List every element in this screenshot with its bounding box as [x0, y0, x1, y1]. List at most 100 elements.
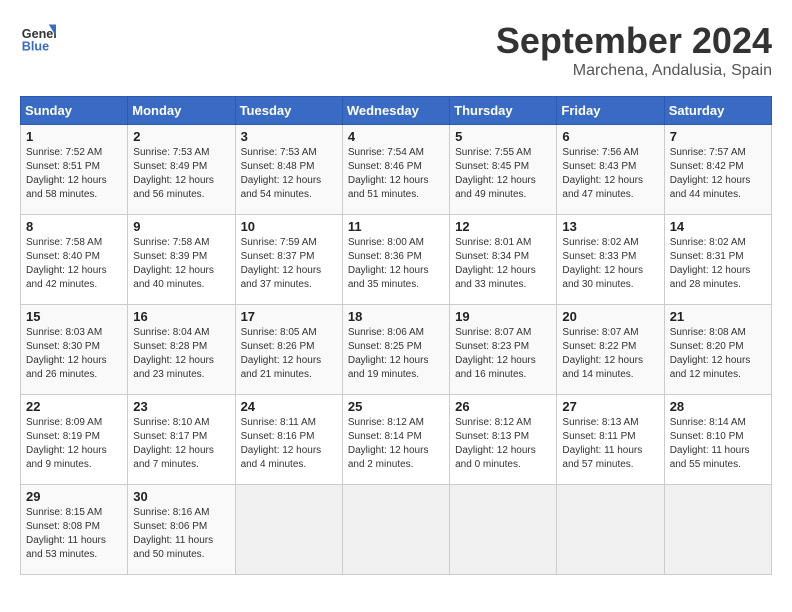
calendar-cell: 11Sunrise: 8:00 AM Sunset: 8:36 PM Dayli… — [342, 215, 449, 305]
day-info: Sunrise: 8:02 AM Sunset: 8:33 PM Dayligh… — [562, 236, 658, 292]
day-info: Sunrise: 8:02 AM Sunset: 8:31 PM Dayligh… — [670, 236, 766, 292]
calendar-cell: 19 Sunrise: 8:07 AM Sunset: 8:23 PM Dayli… — [450, 305, 557, 395]
calendar-cell — [557, 485, 664, 575]
calendar-cell: 14 Sunrise: 8:02 AM Sunset: 8:31 PM Dayli… — [664, 215, 771, 305]
day-number: 26 — [455, 399, 551, 414]
day-info: Sunrise: 8:12 AM Sunset: 8:14 PM Dayligh… — [348, 416, 444, 472]
calendar-cell: 1 Sunrise: 7:52 AM Sunset: 8:51 PM Daylig… — [21, 125, 128, 215]
dow-header: Wednesday — [342, 97, 449, 125]
day-number: 28 — [670, 399, 766, 414]
day-number: 13 — [562, 219, 658, 234]
day-info: Sunrise: 8:04 AM Sunset: 8:28 PM Dayligh… — [133, 326, 229, 382]
dow-header: Tuesday — [235, 97, 342, 125]
page-header: General Blue September 2024 Marchena, An… — [20, 20, 772, 80]
day-number: 30 — [133, 489, 229, 504]
calendar-cell: 8 Sunrise: 7:58 AM Sunset: 8:40 PM Daylig… — [21, 215, 128, 305]
calendar-cell: 6 Sunrise: 7:56 AM Sunset: 8:43 PM Daylig… — [557, 125, 664, 215]
calendar-cell: 20 Sunrise: 8:07 AM Sunset: 8:22 PM Dayli… — [557, 305, 664, 395]
month-title: September 2024 — [496, 20, 772, 62]
location: Marchena, Andalusia, Spain — [496, 62, 772, 80]
day-info: Sunrise: 8:06 AM Sunset: 8:25 PM Dayligh… — [348, 326, 444, 382]
day-info: Sunrise: 8:07 AM Sunset: 8:23 PM Dayligh… — [455, 326, 551, 382]
calendar-cell: 21 Sunrise: 8:08 AM Sunset: 8:20 PM Dayli… — [664, 305, 771, 395]
day-number: 2 — [133, 129, 229, 144]
day-info: Sunrise: 8:12 AM Sunset: 8:13 PM Dayligh… — [455, 416, 551, 472]
calendar-cell: 4 Sunrise: 7:54 AM Sunset: 8:46 PM Daylig… — [342, 125, 449, 215]
calendar-cell: 15Sunrise: 8:03 AM Sunset: 8:30 PM Dayli… — [21, 305, 128, 395]
dow-header: Friday — [557, 97, 664, 125]
day-info: Sunrise: 7:59 AM Sunset: 8:37 PM Dayligh… — [241, 236, 337, 292]
day-info: Sunrise: 8:07 AM Sunset: 8:22 PM Dayligh… — [562, 326, 658, 382]
day-number: 7 — [670, 129, 766, 144]
day-number: 3 — [241, 129, 337, 144]
day-number: 22 — [26, 399, 122, 414]
calendar-cell: 3 Sunrise: 7:53 AM Sunset: 8:48 PM Daylig… — [235, 125, 342, 215]
day-info: Sunrise: 7:52 AM Sunset: 8:51 PM Dayligh… — [26, 146, 122, 202]
day-info: Sunrise: 8:15 AM Sunset: 8:08 PM Dayligh… — [26, 506, 122, 562]
day-info: Sunrise: 7:55 AM Sunset: 8:45 PM Dayligh… — [455, 146, 551, 202]
day-number: 8 — [26, 219, 122, 234]
calendar-cell — [664, 485, 771, 575]
day-number: 16 — [133, 309, 229, 324]
day-info: Sunrise: 8:11 AM Sunset: 8:16 PM Dayligh… — [241, 416, 337, 472]
day-info: Sunrise: 8:10 AM Sunset: 8:17 PM Dayligh… — [133, 416, 229, 472]
logo-icon: General Blue — [20, 20, 56, 56]
day-number: 21 — [670, 309, 766, 324]
calendar-cell: 27 Sunrise: 8:13 AM Sunset: 8:11 PM Dayli… — [557, 395, 664, 485]
calendar-cell: 24 Sunrise: 8:11 AM Sunset: 8:16 PM Dayli… — [235, 395, 342, 485]
calendar-cell: 10 Sunrise: 7:59 AM Sunset: 8:37 PM Dayli… — [235, 215, 342, 305]
day-info: Sunrise: 7:53 AM Sunset: 8:48 PM Dayligh… — [241, 146, 337, 202]
day-number: 6 — [562, 129, 658, 144]
calendar-cell: 2Sunrise: 7:53 AM Sunset: 8:49 PM Daylig… — [128, 125, 235, 215]
day-number: 27 — [562, 399, 658, 414]
calendar-cell: 30Sunrise: 8:16 AM Sunset: 8:06 PM Dayli… — [128, 485, 235, 575]
svg-text:Blue: Blue — [22, 40, 49, 54]
day-info: Sunrise: 8:08 AM Sunset: 8:20 PM Dayligh… — [670, 326, 766, 382]
day-number: 23 — [133, 399, 229, 414]
dow-header: Monday — [128, 97, 235, 125]
calendar-cell: 29 Sunrise: 8:15 AM Sunset: 8:08 PM Dayli… — [21, 485, 128, 575]
day-number: 9 — [133, 219, 229, 234]
calendar-cell: 18 Sunrise: 8:06 AM Sunset: 8:25 PM Dayli… — [342, 305, 449, 395]
day-info: Sunrise: 8:03 AM Sunset: 8:30 PM Dayligh… — [26, 326, 122, 382]
calendar-cell: 13 Sunrise: 8:02 AM Sunset: 8:33 PM Dayli… — [557, 215, 664, 305]
calendar-cell: 7 Sunrise: 7:57 AM Sunset: 8:42 PM Daylig… — [664, 125, 771, 215]
calendar-cell — [342, 485, 449, 575]
day-info: Sunrise: 8:00 AM Sunset: 8:36 PM Dayligh… — [348, 236, 444, 292]
calendar-cell — [450, 485, 557, 575]
day-number: 25 — [348, 399, 444, 414]
day-number: 4 — [348, 129, 444, 144]
title-block: September 2024 Marchena, Andalusia, Spai… — [496, 20, 772, 80]
dow-header: Thursday — [450, 97, 557, 125]
day-info: Sunrise: 7:58 AM Sunset: 8:40 PM Dayligh… — [26, 236, 122, 292]
day-info: Sunrise: 7:56 AM Sunset: 8:43 PM Dayligh… — [562, 146, 658, 202]
calendar-cell: 17 Sunrise: 8:05 AM Sunset: 8:26 PM Dayli… — [235, 305, 342, 395]
calendar-cell: 12Sunrise: 8:01 AM Sunset: 8:34 PM Dayli… — [450, 215, 557, 305]
day-info: Sunrise: 7:58 AM Sunset: 8:39 PM Dayligh… — [133, 236, 229, 292]
day-info: Sunrise: 8:09 AM Sunset: 8:19 PM Dayligh… — [26, 416, 122, 472]
day-number: 20 — [562, 309, 658, 324]
day-info: Sunrise: 7:57 AM Sunset: 8:42 PM Dayligh… — [670, 146, 766, 202]
calendar-cell — [235, 485, 342, 575]
dow-header: Saturday — [664, 97, 771, 125]
day-number: 14 — [670, 219, 766, 234]
day-number: 24 — [241, 399, 337, 414]
calendar-cell: 22 Sunrise: 8:09 AM Sunset: 8:19 PM Dayli… — [21, 395, 128, 485]
calendar-cell: 23 Sunrise: 8:10 AM Sunset: 8:17 PM Dayli… — [128, 395, 235, 485]
day-number: 18 — [348, 309, 444, 324]
calendar-cell: 28 Sunrise: 8:14 AM Sunset: 8:10 PM Dayli… — [664, 395, 771, 485]
day-number: 5 — [455, 129, 551, 144]
day-info: Sunrise: 8:01 AM Sunset: 8:34 PM Dayligh… — [455, 236, 551, 292]
day-info: Sunrise: 8:05 AM Sunset: 8:26 PM Dayligh… — [241, 326, 337, 382]
logo: General Blue — [20, 20, 56, 56]
day-info: Sunrise: 7:54 AM Sunset: 8:46 PM Dayligh… — [348, 146, 444, 202]
day-info: Sunrise: 8:14 AM Sunset: 8:10 PM Dayligh… — [670, 416, 766, 472]
day-number: 10 — [241, 219, 337, 234]
day-number: 19 — [455, 309, 551, 324]
calendar-table: SundayMondayTuesdayWednesdayThursdayFrid… — [20, 96, 772, 575]
day-number: 1 — [26, 129, 122, 144]
day-info: Sunrise: 8:13 AM Sunset: 8:11 PM Dayligh… — [562, 416, 658, 472]
day-number: 29 — [26, 489, 122, 504]
calendar-cell: 26 Sunrise: 8:12 AM Sunset: 8:13 PM Dayli… — [450, 395, 557, 485]
day-number: 17 — [241, 309, 337, 324]
